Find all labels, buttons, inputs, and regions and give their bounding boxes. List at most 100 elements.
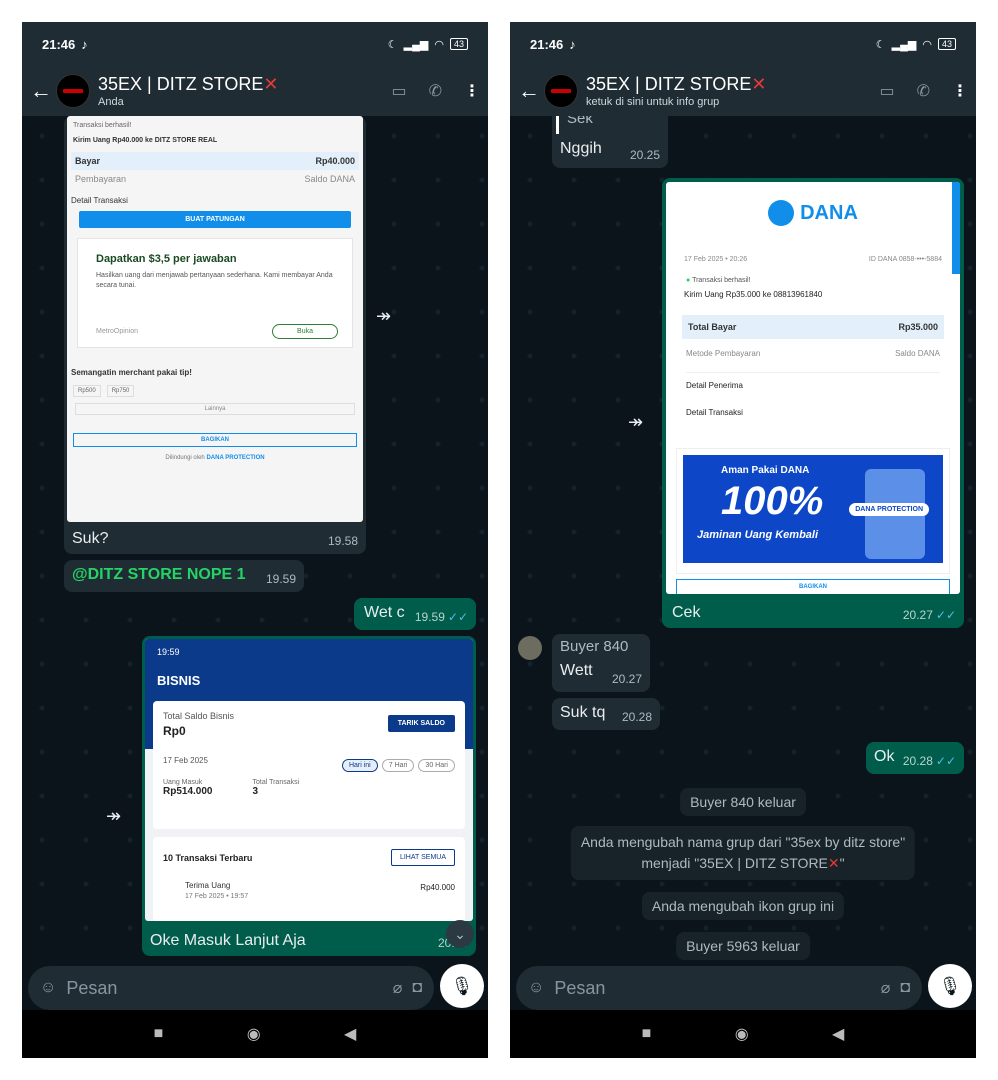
- image-message-bubble[interactable]: Transaksi berhasil! Kirim Uang Rp40.000 …: [64, 116, 366, 554]
- image-caption: Cek: [672, 604, 701, 621]
- back-nav-icon[interactable]: ◀: [832, 1024, 844, 1044]
- home-nav-icon[interactable]: ◉: [247, 1024, 261, 1044]
- red-x-icon: ✕: [263, 74, 279, 94]
- status-time: 21:46: [42, 36, 76, 52]
- attach-icon[interactable]: ⌀: [881, 978, 891, 998]
- video-call-icon[interactable]: ▭: [879, 81, 894, 101]
- video-call-icon[interactable]: ▭: [391, 81, 406, 101]
- back-arrow-icon[interactable]: ←: [30, 78, 52, 104]
- protection-badge: DANA PROTECTION: [849, 503, 929, 516]
- red-x-icon: ✕: [751, 74, 767, 94]
- patungan-button: BUAT PATUNGAN: [79, 211, 351, 228]
- reply-message-bubble[interactable]: Sek Nggih 20.25: [552, 116, 668, 168]
- mic-icon[interactable]: 🎙: [928, 964, 972, 1008]
- bisnis-brand: BISNIS: [157, 673, 201, 688]
- phone-screen-left: 21:46 ♪ ☾ ▂▄▆ ◠ 43 ← 35EX | DITZ STORE✕ …: [22, 22, 488, 1058]
- message-bubble[interactable]: Buyer 840 Wett 20.27: [552, 634, 650, 692]
- red-x-icon: ✕: [827, 855, 840, 871]
- camera-icon[interactable]: ◘: [900, 979, 910, 997]
- receipt-method-label: Metode Pembayaran: [686, 349, 761, 358]
- message-time: 20.27: [611, 672, 642, 686]
- phone-screen-right: 21:46 ♪ ☾ ▂▄▆ ◠ 43 ← 35EX | DITZ STORE✕ …: [510, 22, 976, 1058]
- message-text: Nggih: [560, 140, 602, 157]
- image-message-bubble-out[interactable]: 19:59 BISNIS Total Saldo Bisnis Rp0 TARI…: [142, 636, 476, 956]
- dana-bisnis-image[interactable]: 19:59 BISNIS Total Saldo Bisnis Rp0 TARI…: [145, 639, 473, 921]
- back-arrow-icon[interactable]: ←: [518, 78, 540, 104]
- emoji-sticker-icon[interactable]: ☺: [528, 979, 544, 997]
- banner-top-text: Aman Pakai DANA: [721, 465, 810, 476]
- masuk-value: Rp514.000: [163, 786, 213, 797]
- forward-icon[interactable]: ↠: [376, 306, 391, 327]
- status-bar: 21:46 ♪ ☾ ▂▄▆ ◠ 43: [22, 22, 488, 66]
- ad-open-button: Buka: [272, 324, 338, 339]
- message-bubble-out[interactable]: Wet c 19.59 ✓✓: [354, 598, 476, 630]
- chat-header[interactable]: ← 35EX | DITZ STORE✕ Anda ▭ ✆ ⋮: [22, 66, 488, 116]
- signal-icon: ▂▄▆: [891, 38, 917, 51]
- forward-icon[interactable]: ↠: [628, 412, 643, 433]
- message-bubble-out[interactable]: Ok 20.28 ✓✓: [866, 742, 964, 774]
- forward-icon[interactable]: ↠: [106, 806, 121, 827]
- tarik-saldo-button: TARIK SALDO: [387, 715, 455, 732]
- group-avatar[interactable]: [56, 74, 90, 108]
- emoji-sticker-icon[interactable]: ☺: [40, 979, 56, 997]
- trx-item-date: 17 Feb 2025 • 19:57: [185, 893, 249, 900]
- chat-area[interactable]: Sek Nggih 20.25 DANA 17 Feb 2025 • 20:26…: [510, 116, 976, 966]
- tiktok-icon: ♪: [81, 36, 88, 52]
- moon-icon: ☾: [875, 38, 886, 51]
- chat-header[interactable]: ← 35EX | DITZ STORE✕ ketuk di sini untuk…: [510, 66, 976, 116]
- message-bubble[interactable]: Suk tq 20.28: [552, 698, 660, 730]
- recents-nav-icon[interactable]: ■: [642, 1025, 652, 1043]
- camera-icon[interactable]: ◘: [412, 979, 422, 997]
- detail-penerima: Detail Penerima: [686, 372, 940, 390]
- recents-nav-icon[interactable]: ■: [154, 1025, 164, 1043]
- tip-option: Rp750: [106, 385, 135, 397]
- ad-title: Dapatkan $3,5 per jawaban: [96, 253, 237, 265]
- image-message-bubble-out[interactable]: DANA 17 Feb 2025 • 20:26 ID DANA 0858-••…: [662, 178, 964, 628]
- ad-brand: MetroOpinion: [96, 328, 139, 335]
- message-time: 20.27: [902, 608, 933, 622]
- system-message: Buyer 840 keluar: [680, 788, 806, 816]
- more-options-icon[interactable]: ⋮: [952, 81, 968, 101]
- dana-logo-icon: [768, 200, 795, 226]
- trx-item-amount: Rp40.000: [420, 883, 455, 892]
- quoted-message[interactable]: Sek: [556, 116, 664, 134]
- scroll-down-icon[interactable]: ⌄: [446, 920, 474, 948]
- receipt-total-label: Bayar: [75, 156, 101, 166]
- chat-area[interactable]: Transaksi berhasil! Kirim Uang Rp40.000 …: [22, 116, 488, 966]
- group-avatar[interactable]: [544, 74, 578, 108]
- banner-big-text: 100%: [721, 479, 824, 523]
- attach-icon[interactable]: ⌀: [393, 978, 403, 998]
- system-message: Buyer 5963 keluar: [676, 932, 810, 960]
- filter-chip: 30 Hari: [418, 759, 455, 772]
- more-options-icon[interactable]: ⋮: [464, 81, 480, 101]
- message-text: Wett: [560, 662, 593, 679]
- shot-time: 19:59: [157, 647, 180, 657]
- moon-icon: ☾: [387, 38, 398, 51]
- protect-brand: DANA PROTECTION: [206, 455, 265, 461]
- dana-receipt-image[interactable]: DANA 17 Feb 2025 • 20:26 ID DANA 0858-••…: [666, 182, 960, 594]
- group-subtitle: ketuk di sini untuk info grup: [586, 96, 720, 108]
- message-input[interactable]: Pesan: [554, 978, 870, 999]
- dana-receipt-image[interactable]: Transaksi berhasil! Kirim Uang Rp40.000 …: [67, 116, 363, 522]
- back-nav-icon[interactable]: ◀: [344, 1024, 356, 1044]
- message-composer: ☺ Pesan ⌀ ◘ 🎙: [22, 964, 488, 1010]
- message-text: Ok: [874, 748, 895, 765]
- system-nav-bar: ■ ◉ ◀: [510, 1010, 976, 1058]
- message-input[interactable]: Pesan: [66, 978, 382, 999]
- voice-call-icon[interactable]: ✆: [917, 81, 930, 101]
- dana-brand: DANA: [800, 201, 858, 224]
- sender-avatar[interactable]: [518, 636, 542, 660]
- voice-call-icon[interactable]: ✆: [429, 81, 442, 101]
- mic-icon[interactable]: 🎙: [440, 964, 484, 1008]
- home-nav-icon[interactable]: ◉: [735, 1024, 749, 1044]
- ad-body: Hasilkan uang dari menjawab pertanyaan s…: [96, 272, 333, 289]
- sender-name[interactable]: Buyer 840: [560, 638, 628, 655]
- receipt-detail-label: Detail Transaksi: [71, 196, 128, 205]
- message-time: 20.28: [902, 754, 933, 768]
- message-bubble[interactable]: @DITZ STORE NOPE 1 19.59: [64, 560, 304, 592]
- filter-chip: 7 Hari: [381, 759, 415, 772]
- mention-text[interactable]: @DITZ STORE NOPE 1: [72, 566, 246, 584]
- system-message: Anda mengubah ikon grup ini: [641, 892, 845, 920]
- message-time: 20.25: [629, 148, 660, 162]
- tiktok-icon: ♪: [569, 36, 576, 52]
